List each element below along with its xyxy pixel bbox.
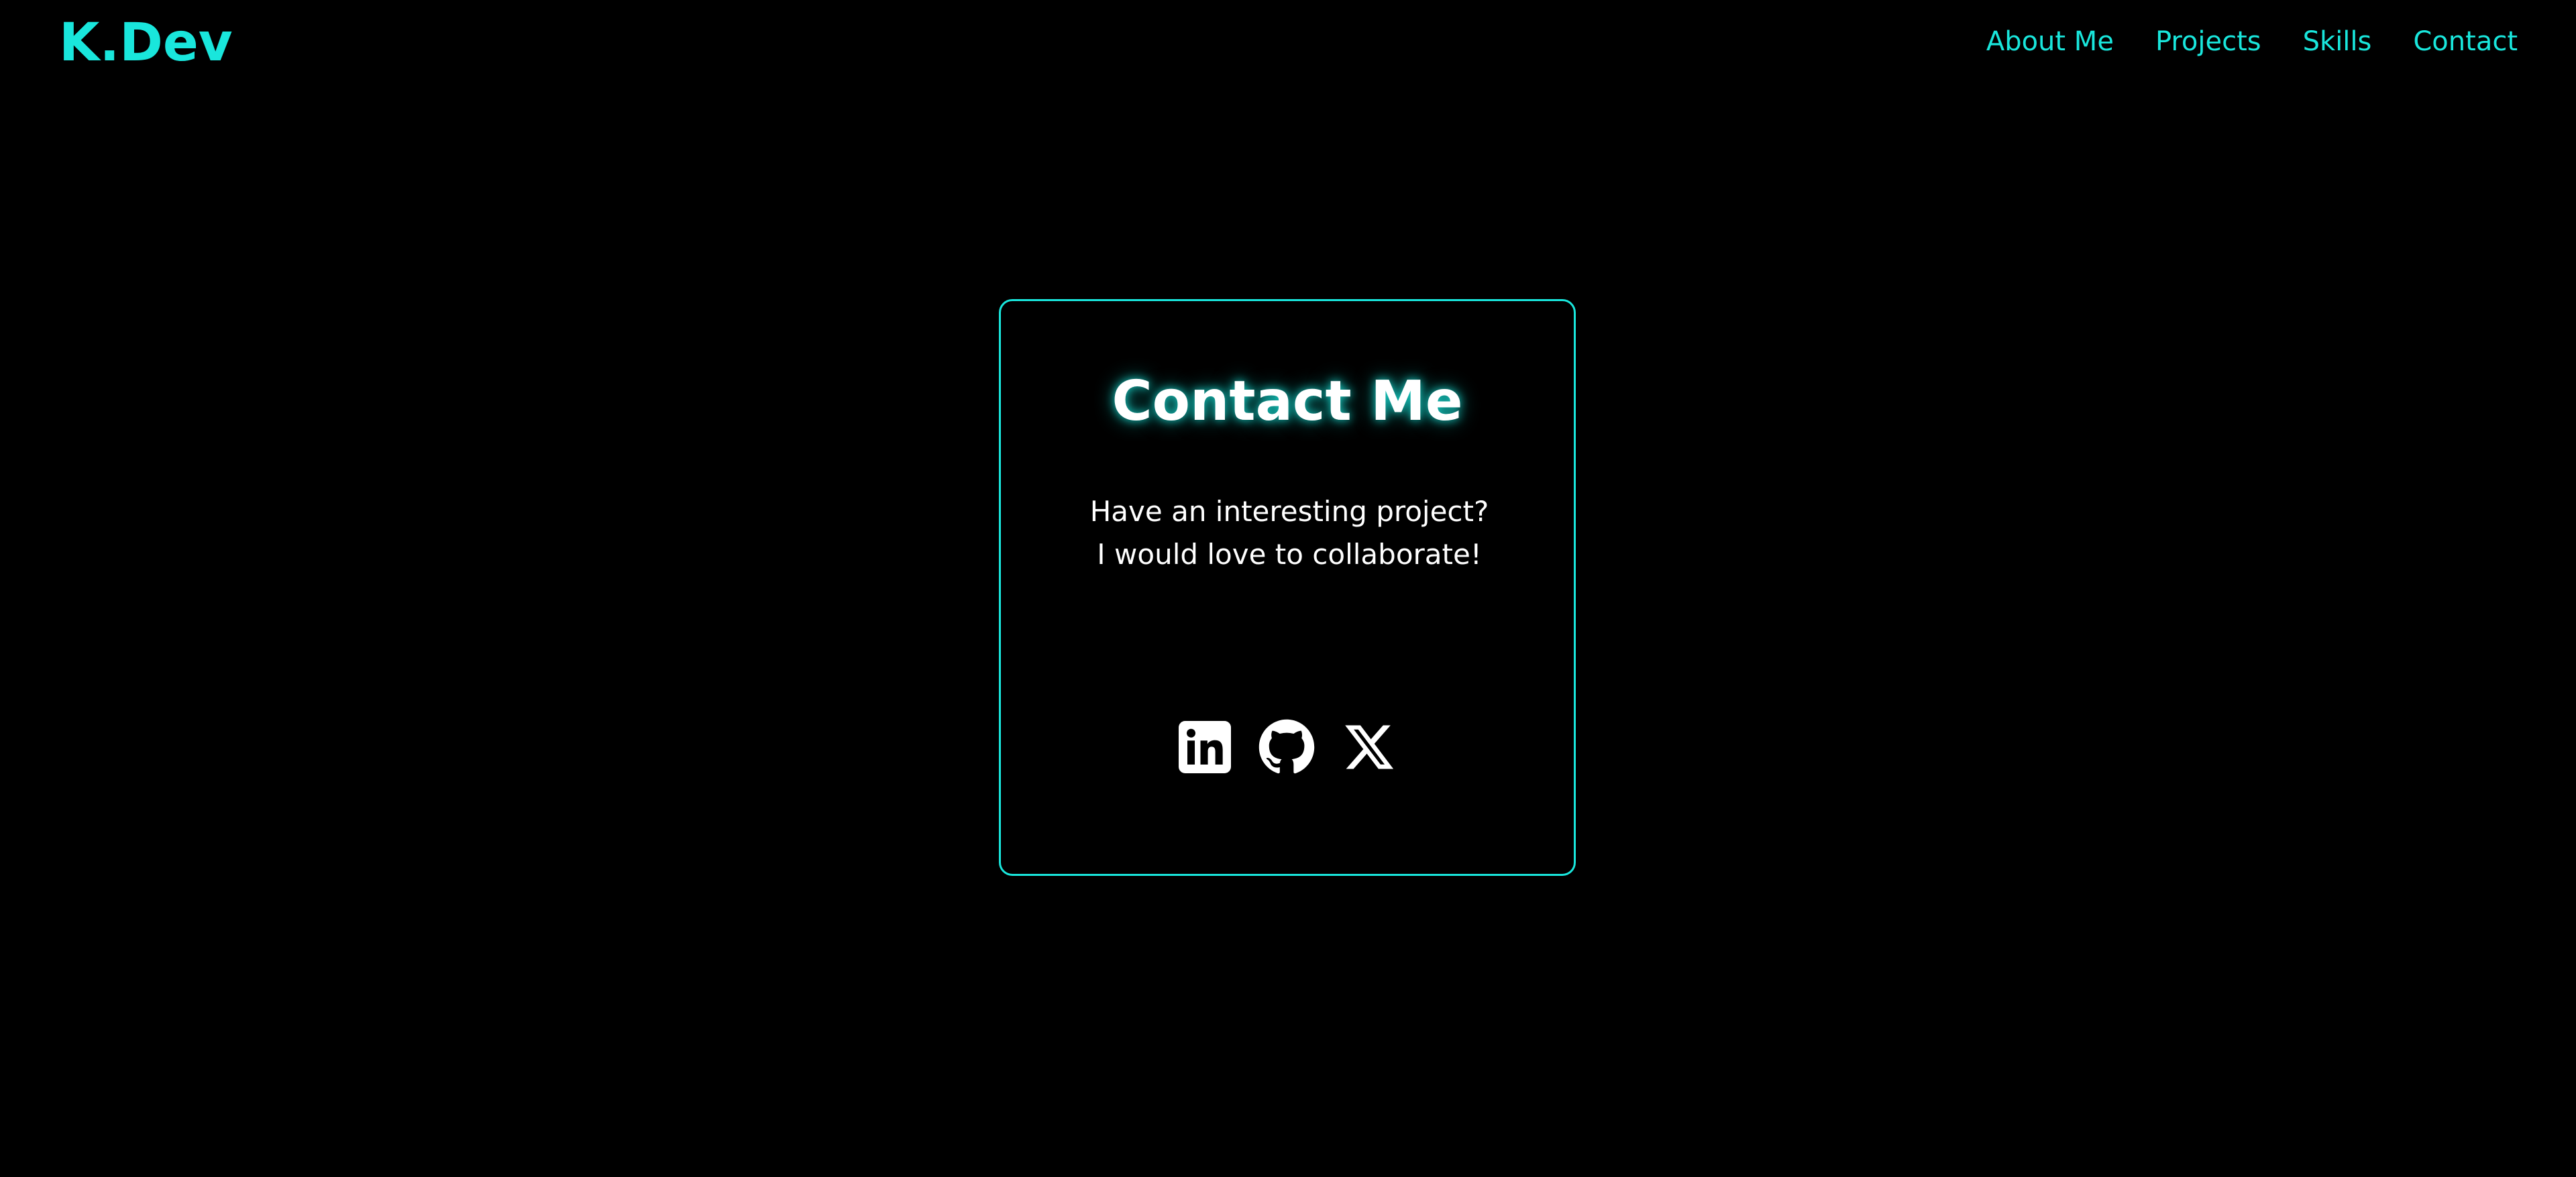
nav-link-about-me[interactable]: About Me <box>1986 23 2114 60</box>
contact-title: Contact Me <box>1112 370 1463 433</box>
nav-link-projects[interactable]: Projects <box>2155 23 2261 60</box>
linkedin-icon <box>1179 721 1231 773</box>
social-links <box>1001 717 1574 777</box>
nav-link-skills[interactable]: Skills <box>2303 23 2372 60</box>
github-link[interactable] <box>1258 718 1316 776</box>
x-link[interactable] <box>1342 720 1396 774</box>
logo[interactable]: K.Dev <box>59 9 233 76</box>
contact-card: Contact Me Have an interesting project? … <box>999 299 1576 876</box>
x-icon <box>1342 720 1396 774</box>
contact-text: Have an interesting project? I would lov… <box>1089 495 1489 571</box>
navbar: K.Dev About Me Projects Skills Contact <box>0 0 2576 87</box>
page: K.Dev About Me Projects Skills Contact C… <box>0 0 2576 1177</box>
linkedin-link[interactable] <box>1179 721 1231 773</box>
nav-links: About Me Projects Skills Contact <box>1986 23 2518 60</box>
github-icon <box>1258 718 1316 776</box>
nav-link-contact[interactable]: Contact <box>2413 23 2518 60</box>
